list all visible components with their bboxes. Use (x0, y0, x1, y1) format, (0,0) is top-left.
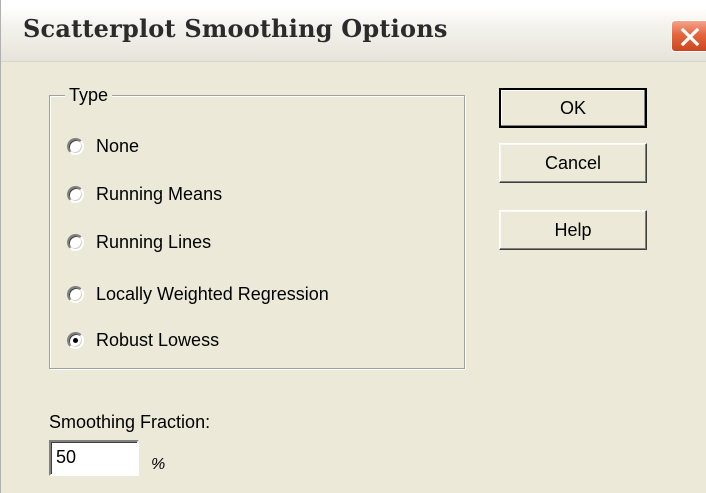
close-icon (680, 27, 700, 47)
smoothing-options-dialog: Scatterplot Smoothing Options Type None … (0, 0, 706, 493)
title-bar[interactable]: Scatterplot Smoothing Options (1, 0, 706, 62)
ok-button[interactable]: OK (499, 88, 647, 128)
radio-option-running-means[interactable]: Running Means (67, 181, 222, 207)
radio-option-running-lines[interactable]: Running Lines (67, 229, 211, 255)
smoothing-fraction-input[interactable]: 50 (49, 440, 139, 476)
radio-option-robust-lowess[interactable]: Robust Lowess (67, 327, 219, 353)
radio-button[interactable] (67, 285, 84, 303)
radio-label: None (96, 135, 140, 156)
radio-button[interactable] (67, 137, 84, 155)
cancel-button[interactable]: Cancel (499, 143, 647, 183)
radio-label: Robust Lowess (96, 329, 220, 350)
radio-label: Running Means (96, 183, 223, 204)
dialog-title: Scatterplot Smoothing Options (23, 14, 448, 43)
radio-label: Running Lines (96, 231, 212, 252)
smoothing-fraction-label: Smoothing Fraction: (49, 412, 211, 432)
radio-option-none[interactable]: None (67, 133, 139, 159)
percent-unit-label: % (151, 456, 166, 473)
radio-button[interactable] (67, 185, 84, 203)
radio-button-selected[interactable] (67, 331, 84, 349)
type-group-label: Type (65, 85, 113, 105)
radio-label: Locally Weighted Regression (96, 283, 329, 304)
help-button[interactable]: Help (499, 210, 647, 250)
radio-selected-dot (73, 337, 78, 343)
close-button[interactable] (671, 20, 706, 52)
radio-option-locally-weighted-regression[interactable]: Locally Weighted Regression (67, 281, 329, 307)
radio-button[interactable] (67, 233, 84, 251)
